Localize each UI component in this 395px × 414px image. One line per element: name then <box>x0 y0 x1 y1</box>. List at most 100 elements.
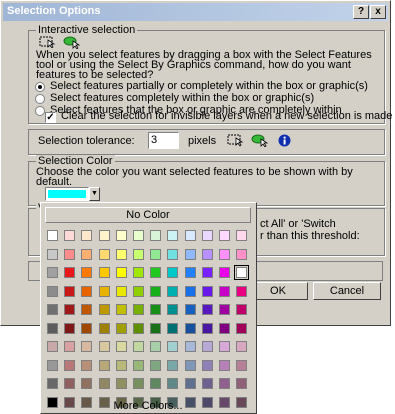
color-swatch[interactable] <box>201 304 213 315</box>
color-swatch[interactable] <box>81 359 93 371</box>
color-swatch[interactable] <box>98 322 110 334</box>
color-swatch[interactable] <box>115 248 127 260</box>
color-swatch[interactable] <box>64 230 76 241</box>
color-swatch[interactable] <box>184 267 196 278</box>
color-swatch[interactable] <box>201 267 213 278</box>
color-swatch[interactable] <box>47 230 58 241</box>
color-swatch[interactable] <box>201 359 213 371</box>
color-swatch[interactable] <box>64 248 76 260</box>
color-swatch[interactable] <box>219 304 230 315</box>
color-swatch[interactable] <box>115 359 127 371</box>
color-swatch[interactable] <box>167 267 179 278</box>
color-swatch[interactable] <box>98 248 110 260</box>
color-swatch[interactable] <box>47 285 58 297</box>
more-colors-button[interactable]: More Colors... <box>45 399 251 413</box>
color-swatch[interactable] <box>81 304 93 315</box>
color-swatch[interactable] <box>98 230 110 241</box>
color-swatch[interactable] <box>236 359 248 371</box>
color-swatch[interactable] <box>150 322 162 334</box>
color-swatch[interactable] <box>236 248 248 260</box>
color-swatch[interactable] <box>184 304 196 315</box>
color-swatch[interactable] <box>47 378 58 389</box>
color-swatch[interactable] <box>133 359 144 371</box>
color-swatch[interactable] <box>133 248 144 260</box>
color-swatch[interactable] <box>201 285 213 297</box>
radio-completely-within[interactable] <box>35 94 45 104</box>
color-swatch[interactable] <box>167 230 179 241</box>
help-button[interactable]: ? <box>353 5 369 19</box>
color-swatch[interactable] <box>47 248 58 260</box>
color-swatch[interactable] <box>115 378 127 389</box>
color-swatch[interactable] <box>219 341 230 352</box>
color-swatch[interactable] <box>98 267 110 278</box>
color-swatch[interactable] <box>184 285 196 297</box>
color-swatch[interactable] <box>150 341 162 352</box>
color-swatch[interactable] <box>47 341 58 352</box>
color-swatch[interactable] <box>150 267 162 278</box>
color-swatch[interactable] <box>167 322 179 334</box>
color-swatch[interactable] <box>133 230 144 241</box>
color-swatch[interactable] <box>47 267 58 278</box>
color-swatch[interactable] <box>81 230 93 241</box>
info-icon[interactable] <box>278 134 291 147</box>
color-dropdown-button[interactable]: ▼ <box>89 187 100 201</box>
color-swatch[interactable] <box>115 230 127 241</box>
color-swatch[interactable] <box>115 341 127 352</box>
color-swatch[interactable] <box>236 230 248 241</box>
color-swatch[interactable] <box>98 359 110 371</box>
color-swatch[interactable] <box>184 341 196 352</box>
color-swatch[interactable] <box>201 322 213 334</box>
color-swatch[interactable] <box>150 359 162 371</box>
color-swatch[interactable] <box>167 341 179 352</box>
color-swatch[interactable] <box>81 341 93 352</box>
color-swatch[interactable] <box>115 322 127 334</box>
color-swatch[interactable] <box>184 359 196 371</box>
color-swatch[interactable] <box>167 378 179 389</box>
color-swatch[interactable] <box>236 341 248 352</box>
color-swatch[interactable] <box>81 267 93 278</box>
color-swatch[interactable] <box>81 248 93 260</box>
selection-color-picker[interactable] <box>45 187 89 201</box>
color-swatch[interactable] <box>81 285 93 297</box>
radio-partially-within[interactable] <box>35 82 45 92</box>
color-swatch[interactable] <box>167 285 179 297</box>
color-swatch[interactable] <box>167 359 179 371</box>
color-swatch[interactable] <box>133 341 144 352</box>
color-swatch[interactable] <box>219 267 230 278</box>
color-swatch[interactable] <box>201 341 213 352</box>
color-swatch[interactable] <box>167 248 179 260</box>
radio-partially-within-label[interactable]: Select features partially or completely … <box>50 80 368 92</box>
color-swatch[interactable] <box>98 378 110 389</box>
color-swatch[interactable] <box>98 285 110 297</box>
color-swatch[interactable] <box>219 248 230 260</box>
color-swatch[interactable] <box>64 341 76 352</box>
color-swatch[interactable] <box>201 378 213 389</box>
color-swatch[interactable] <box>64 304 76 315</box>
color-swatch[interactable] <box>133 322 144 334</box>
color-swatch[interactable] <box>115 285 127 297</box>
color-swatch[interactable] <box>64 285 76 297</box>
color-swatch[interactable] <box>219 359 230 371</box>
color-swatch[interactable] <box>64 378 76 389</box>
color-swatch[interactable] <box>64 267 76 278</box>
color-swatch[interactable] <box>184 230 196 241</box>
color-swatch[interactable] <box>236 378 248 389</box>
ok-button[interactable]: OK <box>248 282 308 300</box>
color-swatch[interactable] <box>219 378 230 389</box>
color-swatch[interactable] <box>167 304 179 315</box>
color-swatch[interactable] <box>81 378 93 389</box>
color-swatch[interactable] <box>236 322 248 334</box>
color-swatch[interactable] <box>184 322 196 334</box>
color-swatch[interactable] <box>150 378 162 389</box>
color-swatch[interactable] <box>47 322 58 334</box>
color-swatch[interactable] <box>184 378 196 389</box>
color-swatch[interactable] <box>150 285 162 297</box>
clear-invisible-label[interactable]: Clear the selection for invisible layers… <box>61 110 392 122</box>
close-button[interactable]: x <box>370 5 386 19</box>
color-swatch[interactable] <box>64 359 76 371</box>
radio-completely-within-label[interactable]: Select features completely within the bo… <box>50 92 314 104</box>
no-color-button[interactable]: No Color <box>45 207 251 223</box>
color-swatch[interactable] <box>47 304 58 315</box>
color-swatch[interactable] <box>201 230 213 241</box>
tolerance-input[interactable]: 3 <box>148 132 179 149</box>
